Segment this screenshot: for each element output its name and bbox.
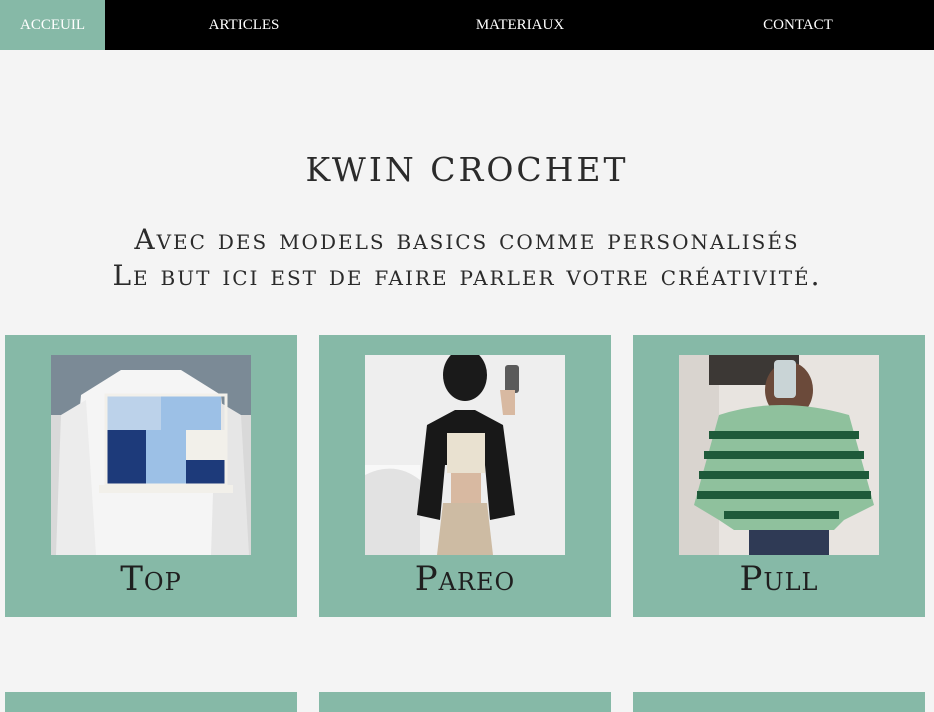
product-label-pareo[interactable]: Pareo <box>319 559 611 599</box>
product-card-row2-2[interactable] <box>319 692 611 712</box>
nav-item-articles[interactable]: ARTICLES <box>150 0 338 50</box>
product-label-top[interactable]: Top <box>5 559 297 599</box>
product-card-pull[interactable]: Pull <box>633 335 925 617</box>
product-image-top[interactable] <box>51 355 251 555</box>
product-card-top[interactable]: Top <box>5 335 297 617</box>
page-title: KWIN CROCHET <box>305 150 629 189</box>
nav-item-materiaux[interactable]: MATERIAUX <box>430 0 610 50</box>
nav-item-acceuil[interactable]: ACCEUIL <box>0 0 105 50</box>
top-nav: ACCEUIL ARTICLES MATERIAUX CONTACT <box>0 0 934 50</box>
product-image-pull[interactable] <box>679 355 879 555</box>
hero-subtitle-line-2: Le but ici est de faire parler votre cré… <box>112 259 822 292</box>
nav-item-contact[interactable]: CONTACT <box>712 0 884 50</box>
product-card-row2-1[interactable] <box>5 692 297 712</box>
hero-subtitle-line-1: Avec des models basics comme personalisé… <box>134 223 800 256</box>
product-label-pull[interactable]: Pull <box>633 559 925 599</box>
product-card-row2-3[interactable] <box>633 692 925 712</box>
product-image-pareo[interactable] <box>365 355 565 555</box>
hero-subtitle: Avec des models basics comme personalisé… <box>0 222 934 294</box>
product-card-pareo[interactable]: Pareo <box>319 335 611 617</box>
